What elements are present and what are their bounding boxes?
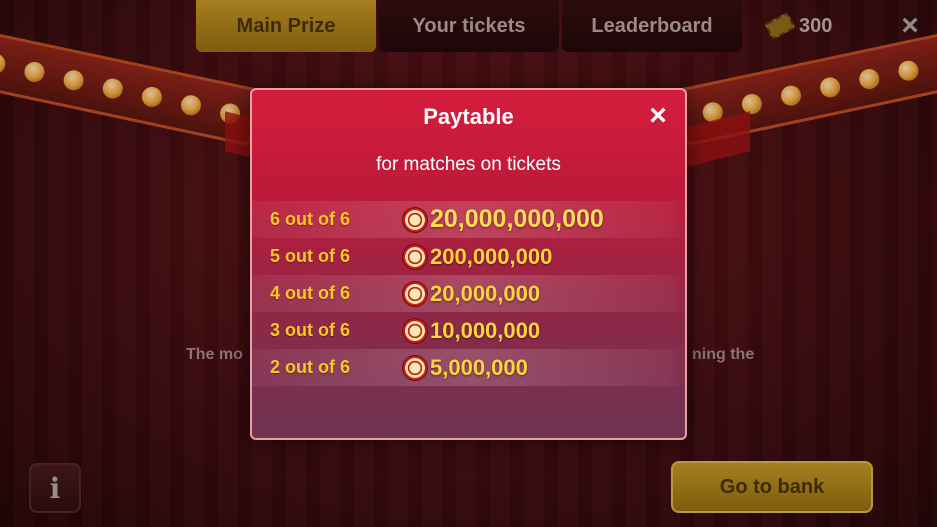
ticket-count: 300 <box>799 14 833 37</box>
light-bulb-icon <box>818 75 843 100</box>
dialog-title: Paytable <box>423 104 514 129</box>
paytable-list: 6 out of 6 20,000,000,000 5 out of 6 200… <box>252 201 685 386</box>
chip-icon <box>402 355 428 381</box>
match-label: 5 out of 6 <box>270 246 350 266</box>
paytable-row: 2 out of 6 5,000,000 <box>252 349 685 386</box>
light-bulb-icon <box>139 85 164 109</box>
chip-icon <box>402 244 428 270</box>
paytable-row: 5 out of 6 200,000,000 <box>252 238 685 275</box>
light-bulb-icon <box>100 76 125 101</box>
light-bulb-icon <box>61 68 86 93</box>
dialog-subtitle: for matches on tickets <box>376 154 561 175</box>
prize-amount: 20,000,000 <box>430 280 541 306</box>
match-label: 3 out of 6 <box>270 320 350 340</box>
prize-amount: 10,000,000 <box>430 317 541 343</box>
prize-amount: 200,000,000 <box>430 243 553 269</box>
light-bulb-icon <box>896 58 921 83</box>
paytable-row: 4 out of 6 20,000,000 <box>252 275 685 312</box>
tab-leaderboard[interactable]: Leaderboard <box>562 0 742 52</box>
ticket-balance: 300 <box>764 11 833 41</box>
close-icon[interactable]: × <box>894 10 926 42</box>
match-label: 6 out of 6 <box>270 209 350 229</box>
chip-icon <box>402 281 428 307</box>
background-description-right: ning the <box>692 346 755 363</box>
ticket-icon <box>764 11 796 41</box>
tab-bar: Main Prize Your tickets Leaderboard <box>196 0 742 52</box>
info-button[interactable]: i <box>29 463 81 513</box>
tab-your-tickets[interactable]: Your tickets <box>379 0 559 52</box>
prize-amount: 20,000,000,000 <box>430 205 604 233</box>
light-bulb-icon <box>22 60 47 84</box>
light-bulb-icon <box>0 51 8 76</box>
paytable-row: 3 out of 6 10,000,000 <box>252 312 685 349</box>
prize-amount: 5,000,000 <box>430 354 528 380</box>
tab-main-prize[interactable]: Main Prize <box>196 0 376 52</box>
chip-icon <box>402 318 428 344</box>
go-to-bank-button[interactable]: Go to bank <box>671 461 873 513</box>
match-label: 2 out of 6 <box>270 357 350 377</box>
close-icon[interactable]: × <box>643 101 673 131</box>
light-bulb-icon <box>179 93 203 118</box>
paytable-dialog: Paytable × for matches on tickets 6 out … <box>250 88 687 440</box>
light-bulb-icon <box>857 67 882 91</box>
match-label: 4 out of 6 <box>270 283 350 303</box>
light-bulb-icon <box>779 83 803 108</box>
paytable-row: 6 out of 6 20,000,000,000 <box>252 201 685 238</box>
chip-icon <box>402 207 428 233</box>
background-description-left: The mo <box>186 346 243 363</box>
